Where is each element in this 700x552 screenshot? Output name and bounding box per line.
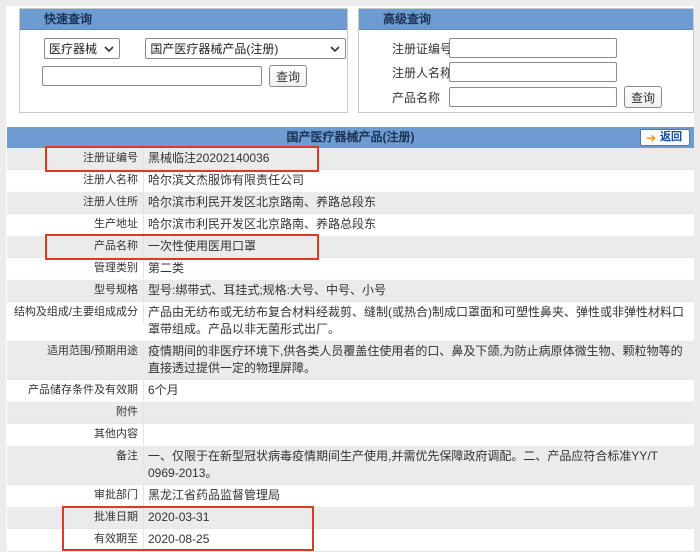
table-row: 结构及组成/主要组成成分 产品由无纺布或无纺布复合材料经裁剪、缝制(或热合)制成… — [7, 302, 694, 341]
page: 快速查询 医疗器械 国产医疗器械产品(注册) 查询 — [6, 6, 694, 542]
row-value: 第二类 — [144, 258, 694, 279]
row-value: 一次性使用医用口罩 — [144, 236, 694, 257]
table-row: 审批部门 黑龙江省药品监督管理局 — [7, 485, 694, 507]
row-value — [144, 424, 694, 445]
detail-title: 国产医疗器械产品(注册) — [287, 130, 415, 144]
table-row: 适用范围/预期用途 疫情期间的非医疗环境下,供各类人员覆盖住使用者的口、鼻及下颌… — [7, 341, 694, 380]
row-label: 产品名称 — [7, 236, 144, 257]
chevron-down-icon — [330, 46, 340, 52]
table-row: 批准日期 2020-03-31 — [7, 507, 694, 529]
quick-search-button[interactable]: 查询 — [269, 65, 307, 87]
registrant-name-label: 注册人名称 — [392, 64, 449, 81]
row-value: 哈尔滨文杰服饰有限责任公司 — [144, 170, 694, 191]
chevron-down-icon — [104, 46, 114, 52]
row-label: 其他内容 — [7, 424, 144, 445]
detail-section: 国产医疗器械产品(注册) ➔ 返回 注册证编号 黑械临注20202140036 … — [7, 127, 694, 552]
row-value: 哈尔滨市利民开发区北京路南、养路总段东 — [144, 214, 694, 235]
row-label: 有效期至 — [7, 529, 144, 550]
registration-number-label: 注册证编号 — [392, 40, 449, 57]
row-label: 型号规格 — [7, 280, 144, 301]
table-row: 注册人住所 哈尔滨市利民开发区北京路南、养路总段东 — [7, 192, 694, 214]
category-select[interactable]: 医疗器械 — [44, 38, 120, 59]
row-value: 6个月 — [144, 380, 694, 401]
row-label: 结构及组成/主要组成成分 — [7, 302, 144, 323]
detail-rows: 注册证编号 黑械临注20202140036 注册人名称 哈尔滨文杰服饰有限责任公… — [7, 148, 694, 552]
row-label: 管理类别 — [7, 258, 144, 279]
row-value — [144, 402, 694, 423]
type-select-value: 国产医疗器械产品(注册) — [150, 40, 278, 57]
registration-number-input[interactable] — [449, 38, 617, 58]
row-label: 生产地址 — [7, 214, 144, 235]
advanced-query-title: 高级查询 — [359, 9, 693, 30]
quick-keyword-input[interactable] — [42, 66, 262, 86]
row-value: 疫情期间的非医疗环境下,供各类人员覆盖住使用者的口、鼻及下颌,为防止病原体微生物… — [144, 341, 694, 379]
quick-query-title: 快速查询 — [20, 9, 347, 30]
table-row: 其他内容 — [7, 424, 694, 446]
row-label: 附件 — [7, 402, 144, 423]
row-label: 注册人住所 — [7, 192, 144, 213]
row-value: 黑龙江省药品监督管理局 — [144, 485, 694, 506]
row-label: 适用范围/预期用途 — [7, 341, 144, 362]
table-row: 附件 — [7, 402, 694, 424]
row-value: 哈尔滨市利民开发区北京路南、养路总段东 — [144, 192, 694, 213]
row-label: 产品储存条件及有效期 — [7, 380, 144, 401]
row-label: 注册证编号 — [7, 148, 144, 169]
row-label: 批准日期 — [7, 507, 144, 528]
row-value: 2020-08-25 — [144, 529, 694, 550]
quick-query-panel: 快速查询 医疗器械 国产医疗器械产品(注册) 查询 — [19, 8, 348, 113]
detail-header: 国产医疗器械产品(注册) ➔ 返回 — [7, 127, 694, 148]
query-panels: 快速查询 医疗器械 国产医疗器械产品(注册) 查询 — [19, 8, 694, 113]
table-row: 产品名称 一次性使用医用口罩 — [7, 236, 694, 258]
table-row: 产品储存条件及有效期 6个月 — [7, 380, 694, 402]
row-value: 黑械临注20202140036 — [144, 148, 694, 169]
row-label: 备注 — [7, 446, 144, 467]
back-button[interactable]: ➔ 返回 — [640, 129, 690, 146]
table-row: 注册证编号 黑械临注20202140036 — [7, 148, 694, 170]
back-button-label: 返回 — [660, 130, 682, 145]
table-row: 注册人名称 哈尔滨文杰服饰有限责任公司 — [7, 170, 694, 192]
product-name-label: 产品名称 — [392, 89, 449, 106]
type-select[interactable]: 国产医疗器械产品(注册) — [145, 38, 346, 59]
row-label: 注册人名称 — [7, 170, 144, 191]
row-value: 型号:绑带式、耳挂式;规格:大号、中号、小号 — [144, 280, 694, 301]
category-select-value: 医疗器械 — [49, 40, 97, 57]
registrant-name-input[interactable] — [449, 62, 617, 82]
row-value: 一、仅限于在新型冠状病毒疫情期间生产使用,并需优先保障政府调配。二、产品应符合标… — [144, 446, 694, 484]
table-row: 管理类别 第二类 — [7, 258, 694, 280]
table-row: 生产地址 哈尔滨市利民开发区北京路南、养路总段东 — [7, 214, 694, 236]
table-row: 型号规格 型号:绑带式、耳挂式;规格:大号、中号、小号 — [7, 280, 694, 302]
row-label: 审批部门 — [7, 485, 144, 506]
advanced-query-panel: 高级查询 注册证编号 注册人名称 产品名称 查询 — [358, 8, 694, 113]
table-row: 备注 一、仅限于在新型冠状病毒疫情期间生产使用,并需优先保障政府调配。二、产品应… — [7, 446, 694, 485]
product-name-input[interactable] — [449, 87, 617, 107]
row-value: 2020-03-31 — [144, 507, 694, 528]
advanced-search-button[interactable]: 查询 — [624, 86, 662, 108]
back-arrow-icon: ➔ — [646, 132, 656, 144]
row-value: 产品由无纺布或无纺布复合材料经裁剪、缝制(或热合)制成口罩面和可塑性鼻夹、弹性或… — [144, 302, 694, 340]
